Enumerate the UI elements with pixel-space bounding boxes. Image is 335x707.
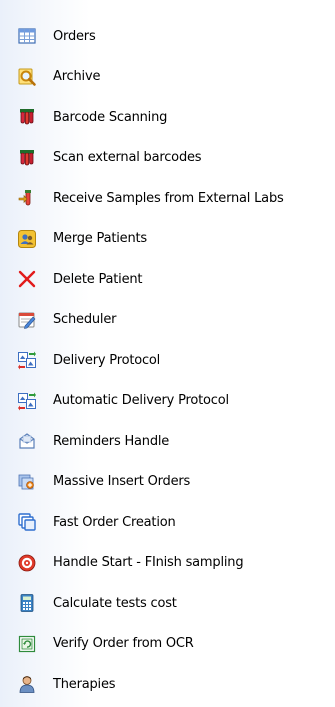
table-grid-icon xyxy=(17,26,37,46)
menu-item-receive-samples[interactable]: Receive Samples from External Labs xyxy=(0,178,335,219)
menu-item-label: Verify Order from OCR xyxy=(53,636,194,652)
target-icon xyxy=(17,553,37,573)
menu-item-archive[interactable]: Archive xyxy=(0,57,335,98)
menu-item-therapies[interactable]: Therapies xyxy=(0,664,335,705)
menu-item-label: Archive xyxy=(53,69,101,85)
menu-item-label: Scan external barcodes xyxy=(53,150,202,166)
navigation-panel: Orders Archive Barcode Scanning Scan ext… xyxy=(0,0,335,707)
menu-item-label: Handle Start - FInish sampling xyxy=(53,555,244,571)
menu-item-orders[interactable]: Orders xyxy=(0,16,335,57)
menu-item-label: Receive Samples from External Labs xyxy=(53,190,284,206)
menu-item-automatic-delivery-protocol[interactable]: Automatic Delivery Protocol xyxy=(0,381,335,422)
massive-insert-icon xyxy=(17,472,37,492)
person-icon xyxy=(17,674,37,694)
menu-item-label: Delivery Protocol xyxy=(53,352,161,368)
automatic-delivery-icon xyxy=(17,391,37,411)
menu-item-calculate-tests-cost[interactable]: Calculate tests cost xyxy=(0,583,335,624)
receive-samples-icon xyxy=(17,188,37,208)
menu-item-label: Barcode Scanning xyxy=(53,109,168,125)
menu-item-label: Fast Order Creation xyxy=(53,514,176,530)
menu-item-scheduler[interactable]: Scheduler xyxy=(0,300,335,341)
delivery-protocol-icon xyxy=(17,350,37,370)
menu-item-delivery-protocol[interactable]: Delivery Protocol xyxy=(0,340,335,381)
menu-item-scan-external-barcodes[interactable]: Scan external barcodes xyxy=(0,138,335,179)
menu-item-barcode-scanning[interactable]: Barcode Scanning xyxy=(0,97,335,138)
merge-patients-icon xyxy=(17,229,37,249)
menu-item-label: Massive Insert Orders xyxy=(53,474,191,490)
magnifier-icon xyxy=(17,67,37,87)
scheduler-icon xyxy=(17,310,37,330)
menu-item-label: Merge Patients xyxy=(53,231,147,247)
menu-list: Orders Archive Barcode Scanning Scan ext… xyxy=(0,16,335,705)
menu-item-reminders-handle[interactable]: Reminders Handle xyxy=(0,421,335,462)
menu-item-label: Orders xyxy=(53,28,96,44)
menu-item-fast-order-creation[interactable]: Fast Order Creation xyxy=(0,502,335,543)
reminders-icon xyxy=(17,431,37,451)
menu-item-label: Scheduler xyxy=(53,312,117,328)
red-x-icon xyxy=(17,269,37,289)
menu-item-label: Therapies xyxy=(53,676,116,692)
menu-item-massive-insert-orders[interactable]: Massive Insert Orders xyxy=(0,462,335,503)
fast-order-icon xyxy=(17,512,37,532)
menu-item-handle-start-finish-sampling[interactable]: Handle Start - FInish sampling xyxy=(0,543,335,584)
test-tubes-icon xyxy=(17,107,37,127)
menu-item-label: Reminders Handle xyxy=(53,433,170,449)
menu-item-verify-order-from-ocr[interactable]: Verify Order from OCR xyxy=(0,624,335,665)
menu-item-merge-patients[interactable]: Merge Patients xyxy=(0,219,335,260)
menu-item-label: Delete Patient xyxy=(53,271,143,287)
menu-item-label: Automatic Delivery Protocol xyxy=(53,393,229,409)
calculator-icon xyxy=(17,593,37,613)
menu-item-label: Calculate tests cost xyxy=(53,595,177,611)
verify-ocr-icon xyxy=(17,634,37,654)
menu-item-delete-patient[interactable]: Delete Patient xyxy=(0,259,335,300)
test-tubes-icon xyxy=(17,148,37,168)
